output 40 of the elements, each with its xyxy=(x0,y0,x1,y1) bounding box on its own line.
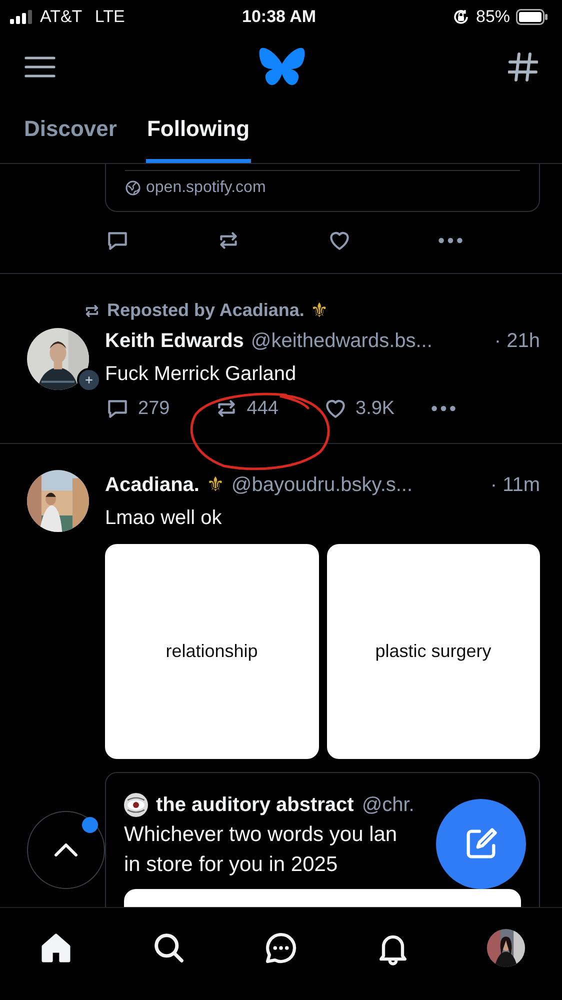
reply-button[interactable]: 279 xyxy=(105,396,214,421)
link-domain: open.spotify.com xyxy=(146,179,266,197)
battery-percent: 85% xyxy=(476,7,510,27)
quoted-post-card[interactable]: the auditory abstract @chr. Whichever two words you lan in store for you in 2025 xyxy=(105,772,540,907)
fleur-de-lis-emoji: ⚜ xyxy=(206,473,224,497)
repost-button[interactable]: 444 xyxy=(214,396,322,421)
hashtag-icon[interactable] xyxy=(508,52,538,82)
post-text-line: Whichever two words you lan xyxy=(124,823,398,847)
more-icon xyxy=(438,237,463,244)
butterfly-icon[interactable] xyxy=(259,47,305,87)
rotation-lock-icon xyxy=(452,8,470,26)
image-tile[interactable]: plastic surgery xyxy=(326,544,540,759)
feed-tab[interactable]: Following xyxy=(146,100,250,163)
post-text: Fuck Merrick Garland xyxy=(105,363,298,386)
like-button[interactable]: 3.9K xyxy=(322,396,432,421)
battery-icon xyxy=(516,9,548,25)
fleur-de-lis-emoji: ⚜ xyxy=(310,299,328,323)
signal-icon xyxy=(10,10,32,24)
menu-icon[interactable] xyxy=(24,55,56,79)
post-time: · 11m xyxy=(490,474,540,497)
link-card[interactable]: open.spotify.com xyxy=(105,164,540,212)
author-name[interactable]: Acadiana. xyxy=(105,474,200,497)
author-name[interactable]: the auditory abstract xyxy=(156,794,354,816)
globe-icon xyxy=(125,180,141,196)
plus-icon xyxy=(85,374,93,386)
reposted-by-label[interactable]: Reposted by Acadiana. xyxy=(107,300,304,321)
author-handle[interactable]: @chr. xyxy=(362,794,414,816)
more-icon xyxy=(431,405,456,412)
clock: 10:38 AM xyxy=(242,7,316,27)
feed-tab[interactable]: Discover xyxy=(24,100,117,163)
post-time: · 21h xyxy=(494,330,540,353)
network-label: LTE xyxy=(94,7,125,27)
post-text: Lmao well ok xyxy=(105,507,223,530)
author-handle[interactable]: @bayoudru.bsky.s... xyxy=(231,474,413,497)
author-name[interactable]: Keith Edwards xyxy=(105,330,244,353)
author-handle[interactable]: @keithedwards.bs... xyxy=(250,330,432,353)
image-tile[interactable]: relationship xyxy=(105,544,318,759)
post-text-line: in store for you in 2025 xyxy=(124,853,338,877)
carrier-label: AT&T xyxy=(40,7,82,27)
chevron-up-icon xyxy=(54,843,78,857)
